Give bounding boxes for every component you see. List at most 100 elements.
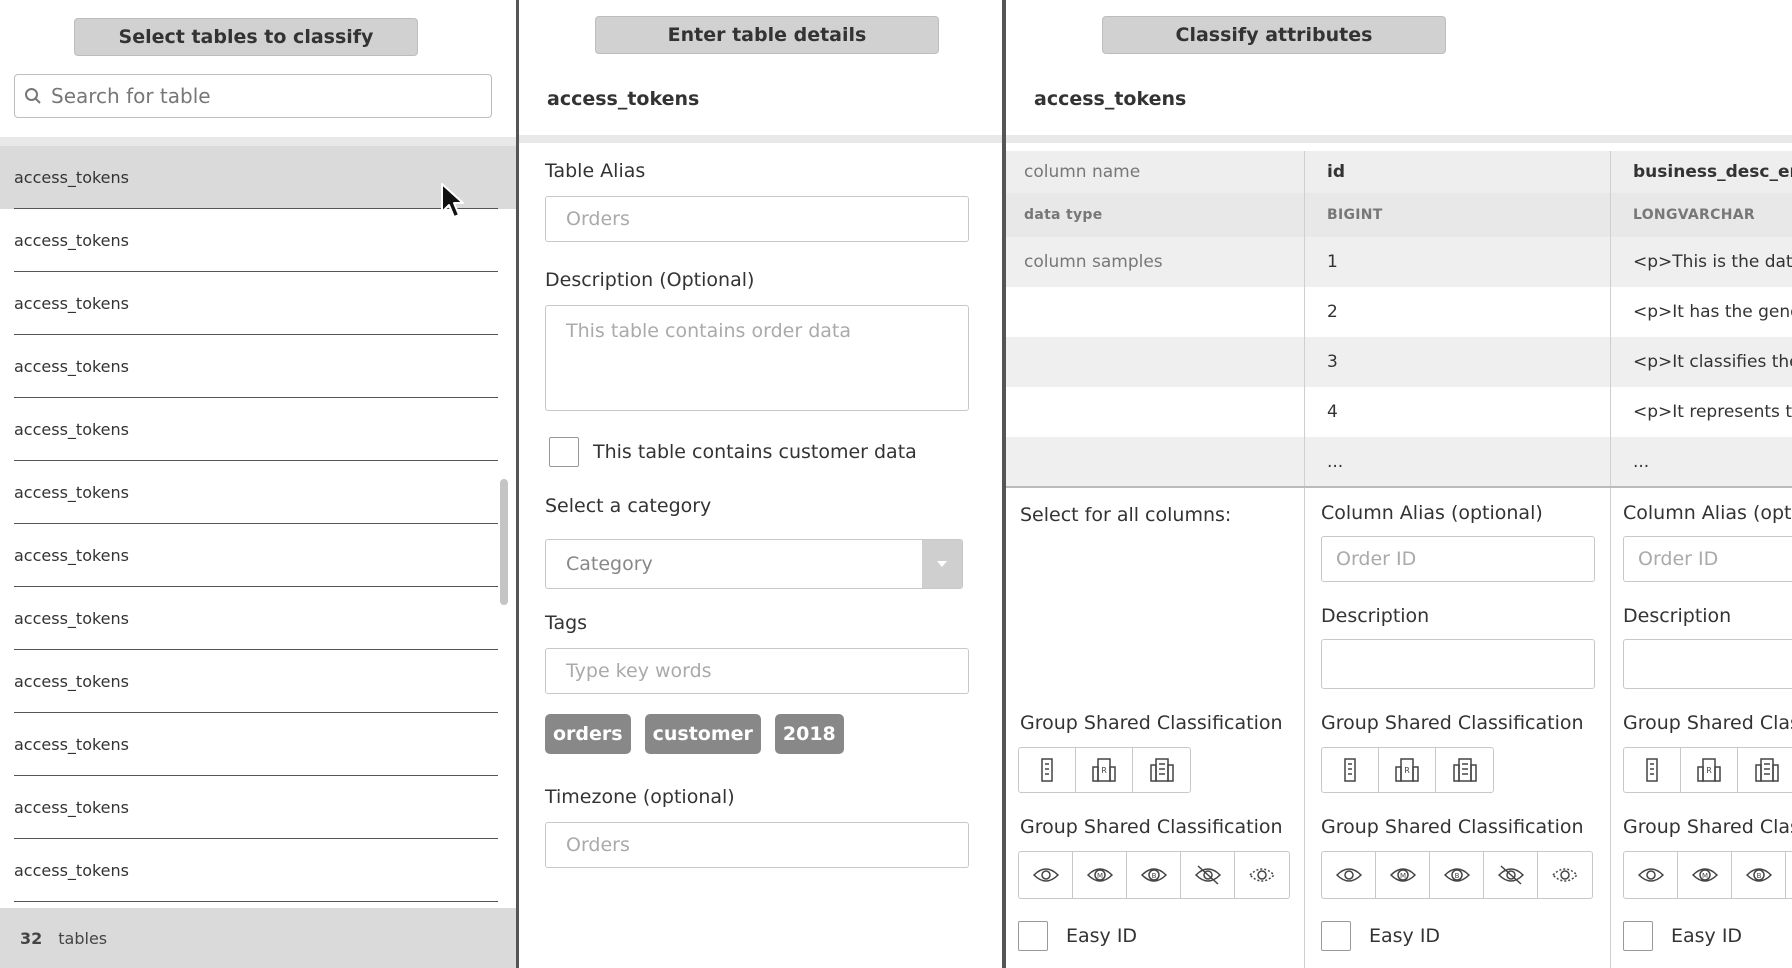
eye-icon[interactable] bbox=[1019, 852, 1073, 898]
all-columns-controls: Select for all columns: Group Shared Cla… bbox=[1006, 488, 1304, 968]
table-list-scrollbar[interactable] bbox=[500, 479, 508, 605]
right-header-divider bbox=[1006, 135, 1792, 143]
table-list-item[interactable]: access_tokens bbox=[0, 335, 517, 398]
svg-text:B: B bbox=[1756, 872, 1761, 880]
table-list-item[interactable]: access_tokens bbox=[0, 839, 517, 902]
column-id-controls: Column Alias (optional) Description Grou… bbox=[1304, 488, 1610, 968]
building-medium-icon[interactable]: R bbox=[1681, 748, 1738, 792]
table-alias-label: Table Alias bbox=[545, 160, 646, 182]
building-classification-group: R bbox=[1321, 747, 1494, 793]
eye-m-icon[interactable]: M bbox=[1073, 852, 1127, 898]
timezone-label: Timezone (optional) bbox=[545, 786, 735, 808]
tags-label: Tags bbox=[545, 612, 588, 634]
table-count: 32 bbox=[20, 928, 43, 948]
table-list-item[interactable]: access_tokens bbox=[0, 524, 517, 587]
data-type-cell: BIGINT bbox=[1304, 193, 1610, 237]
building-large-icon[interactable] bbox=[1133, 748, 1190, 792]
sample-cell: 2 bbox=[1304, 287, 1610, 337]
group-shared-label: Group Shared Classification bbox=[1020, 816, 1283, 838]
tags-input[interactable] bbox=[545, 648, 969, 694]
visibility-classification-group: M B bbox=[1018, 851, 1290, 899]
column-description-input[interactable] bbox=[1321, 639, 1595, 689]
sample-row: 3 <p>It classifies the bbox=[1006, 337, 1792, 387]
eye-off-icon[interactable] bbox=[1484, 852, 1538, 898]
eye-off-icon[interactable] bbox=[1181, 852, 1235, 898]
table-list-item[interactable]: access_tokens bbox=[0, 587, 517, 650]
column-description-label: Description bbox=[1623, 605, 1732, 627]
tag-chip[interactable]: customer bbox=[644, 714, 761, 754]
eye-m-icon[interactable]: M bbox=[1678, 852, 1732, 898]
table-list-item[interactable]: access_tokens bbox=[0, 650, 517, 713]
tag-chip[interactable]: orders bbox=[545, 714, 631, 754]
column-samples-label: column samples bbox=[1024, 252, 1163, 272]
building-small-icon[interactable] bbox=[1624, 748, 1681, 792]
eye-dotted-icon[interactable] bbox=[1235, 852, 1289, 898]
table-list-item[interactable]: access_tokens bbox=[0, 776, 517, 839]
building-medium-icon[interactable]: R bbox=[1379, 748, 1436, 792]
sample-cell: <p>It represents th bbox=[1610, 387, 1792, 437]
timezone-input[interactable] bbox=[545, 822, 969, 868]
column-alias-label: Column Alias (optional) bbox=[1623, 502, 1792, 524]
building-medium-icon[interactable]: R bbox=[1076, 748, 1133, 792]
data-type-row-label: data type bbox=[1024, 207, 1103, 223]
data-type-row: data type BIGINT LONGVARCHAR bbox=[1006, 193, 1792, 237]
eye-icon[interactable] bbox=[1322, 852, 1376, 898]
data-type-cell: LONGVARCHAR bbox=[1610, 193, 1792, 237]
column-name-row-label: column name bbox=[1024, 162, 1141, 182]
table-search-input[interactable] bbox=[51, 84, 471, 108]
building-large-icon[interactable] bbox=[1436, 748, 1493, 792]
sample-cell: 4 bbox=[1304, 387, 1610, 437]
svg-text:R: R bbox=[1101, 766, 1107, 775]
eye-b-icon[interactable]: B bbox=[1127, 852, 1181, 898]
easy-id-checkbox[interactable] bbox=[1623, 921, 1653, 951]
table-list-item[interactable]: access_tokens bbox=[0, 398, 517, 461]
table-list-item[interactable]: access_tokens bbox=[0, 461, 517, 524]
left-header-divider bbox=[0, 137, 517, 146]
svg-text:M: M bbox=[1399, 872, 1405, 880]
building-classification-group: R bbox=[1018, 747, 1191, 793]
group-shared-label: Group Shared Classification bbox=[1321, 816, 1584, 838]
table-list-item[interactable]: access_tokens bbox=[0, 272, 517, 335]
building-small-icon[interactable] bbox=[1322, 748, 1379, 792]
easy-id-checkbox[interactable] bbox=[1018, 921, 1048, 951]
table-count-label: tables bbox=[58, 928, 108, 948]
tag-chip[interactable]: 2018 bbox=[774, 714, 844, 754]
column-name-cell: id bbox=[1304, 151, 1610, 193]
column-alias-input[interactable] bbox=[1623, 536, 1792, 582]
visibility-classification-group: M B bbox=[1623, 851, 1792, 899]
sample-cell: <p>It has the gende bbox=[1610, 287, 1792, 337]
easy-id-label: Easy ID bbox=[1671, 925, 1743, 947]
table-list-item[interactable]: access_tokens bbox=[0, 713, 517, 776]
category-select[interactable]: Category bbox=[545, 539, 963, 589]
chevron-down-icon[interactable] bbox=[922, 540, 962, 588]
eye-b-icon[interactable]: B bbox=[1732, 852, 1786, 898]
description-input[interactable] bbox=[545, 305, 969, 411]
table-search-box bbox=[14, 74, 492, 118]
eye-off-icon[interactable] bbox=[1786, 852, 1792, 898]
building-small-icon[interactable] bbox=[1019, 748, 1076, 792]
sample-cell: <p>It classifies the bbox=[1610, 337, 1792, 387]
sample-row: 4 <p>It represents th bbox=[1006, 387, 1792, 437]
column-alias-input[interactable] bbox=[1321, 536, 1595, 582]
classify-attributes-header: Classify attributes bbox=[1102, 16, 1446, 54]
column-name-cell: business_desc_en bbox=[1610, 151, 1792, 193]
table-alias-input[interactable] bbox=[545, 196, 969, 242]
visibility-classification-group: M B bbox=[1321, 851, 1593, 899]
sample-cell: 3 bbox=[1304, 337, 1610, 387]
eye-b-icon[interactable]: B bbox=[1430, 852, 1484, 898]
classify-attributes-panel: Classify attributes access_tokens column… bbox=[1006, 0, 1792, 968]
svg-text:R: R bbox=[1404, 766, 1410, 775]
svg-text:B: B bbox=[1454, 872, 1459, 880]
easy-id-checkbox[interactable] bbox=[1321, 921, 1351, 951]
eye-dotted-icon[interactable] bbox=[1538, 852, 1592, 898]
customer-data-checkbox[interactable] bbox=[549, 437, 579, 467]
easy-id-row: Easy ID bbox=[1018, 921, 1137, 951]
building-large-icon[interactable] bbox=[1738, 748, 1792, 792]
easy-id-row: Easy ID bbox=[1623, 921, 1742, 951]
classify-table-name: access_tokens bbox=[1034, 88, 1187, 110]
svg-text:M: M bbox=[1701, 872, 1707, 880]
select-tables-header: Select tables to classify bbox=[74, 18, 418, 56]
eye-icon[interactable] bbox=[1624, 852, 1678, 898]
column-description-input[interactable] bbox=[1623, 639, 1792, 689]
eye-m-icon[interactable]: M bbox=[1376, 852, 1430, 898]
